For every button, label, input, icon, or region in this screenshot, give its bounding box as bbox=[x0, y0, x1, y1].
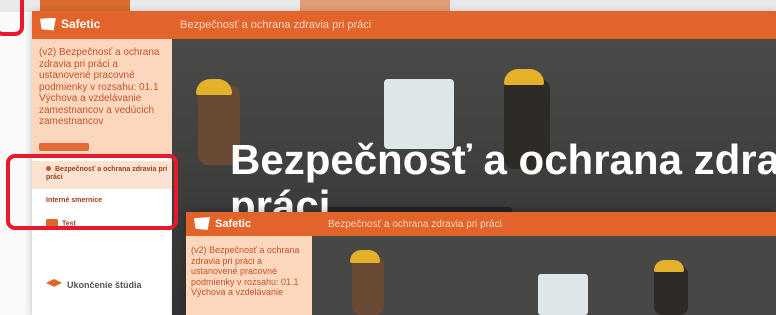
hard-hat-icon bbox=[350, 250, 380, 263]
safetic-logo[interactable]: Safetic bbox=[194, 217, 251, 230]
page-title: Bezpečnosť a ochrana zdravia pri práci bbox=[180, 19, 372, 31]
highlight-frame-top-left bbox=[0, 0, 24, 36]
safetic-logo[interactable]: Safetic bbox=[40, 17, 100, 31]
lesson-title-line: Bezpečnosť a ochrana zdrav bbox=[230, 136, 776, 183]
worker-figure bbox=[654, 266, 688, 315]
lesson-hero bbox=[312, 236, 776, 315]
course-progress-button[interactable] bbox=[39, 143, 89, 151]
course-info: (v2) Bezpečnosť a ochrana zdravia pri pr… bbox=[186, 236, 312, 315]
safetic-logo-icon bbox=[40, 17, 56, 31]
secondary-window: Safetic Bezpečnosť a ochrana zdravia pri… bbox=[186, 212, 776, 315]
course-info: (v2) Bezpečnosť a ochrana zdravia pri pr… bbox=[32, 39, 172, 157]
hard-hat-icon bbox=[504, 69, 544, 85]
top-bar: Safetic Bezpečnosť a ochrana zdravia pri… bbox=[186, 212, 776, 236]
logo-text: Safetic bbox=[61, 17, 101, 31]
control-panel-illustration bbox=[538, 274, 588, 315]
worker-figure bbox=[352, 256, 384, 315]
course-title: (v2) Bezpečnosť a ochrana zdravia pri pr… bbox=[191, 245, 300, 297]
top-bar: Safetic Bezpečnosť a ochrana zdravia pri… bbox=[32, 11, 776, 39]
sidebar-item-ukoncenie[interactable]: Ukončenie štúdia bbox=[46, 279, 142, 290]
safetic-logo-icon bbox=[194, 217, 210, 230]
hard-hat-icon bbox=[196, 79, 232, 95]
page-title: Bezpečnosť a ochrana zdravia pri práci bbox=[328, 219, 502, 230]
graduation-cap-icon bbox=[46, 279, 62, 287]
course-title: (v2) Bezpečnosť a ochrana zdravia pri pr… bbox=[39, 47, 160, 127]
sidebar-item-label: Ukončenie štúdia bbox=[67, 279, 142, 290]
screenshot-stage: Safetic Bezpečnosť a ochrana zdravia pri… bbox=[0, 0, 776, 315]
highlight-frame-sidebar-menu bbox=[6, 154, 178, 230]
hard-hat-icon bbox=[654, 260, 684, 272]
logo-text: Safetic bbox=[215, 217, 252, 230]
